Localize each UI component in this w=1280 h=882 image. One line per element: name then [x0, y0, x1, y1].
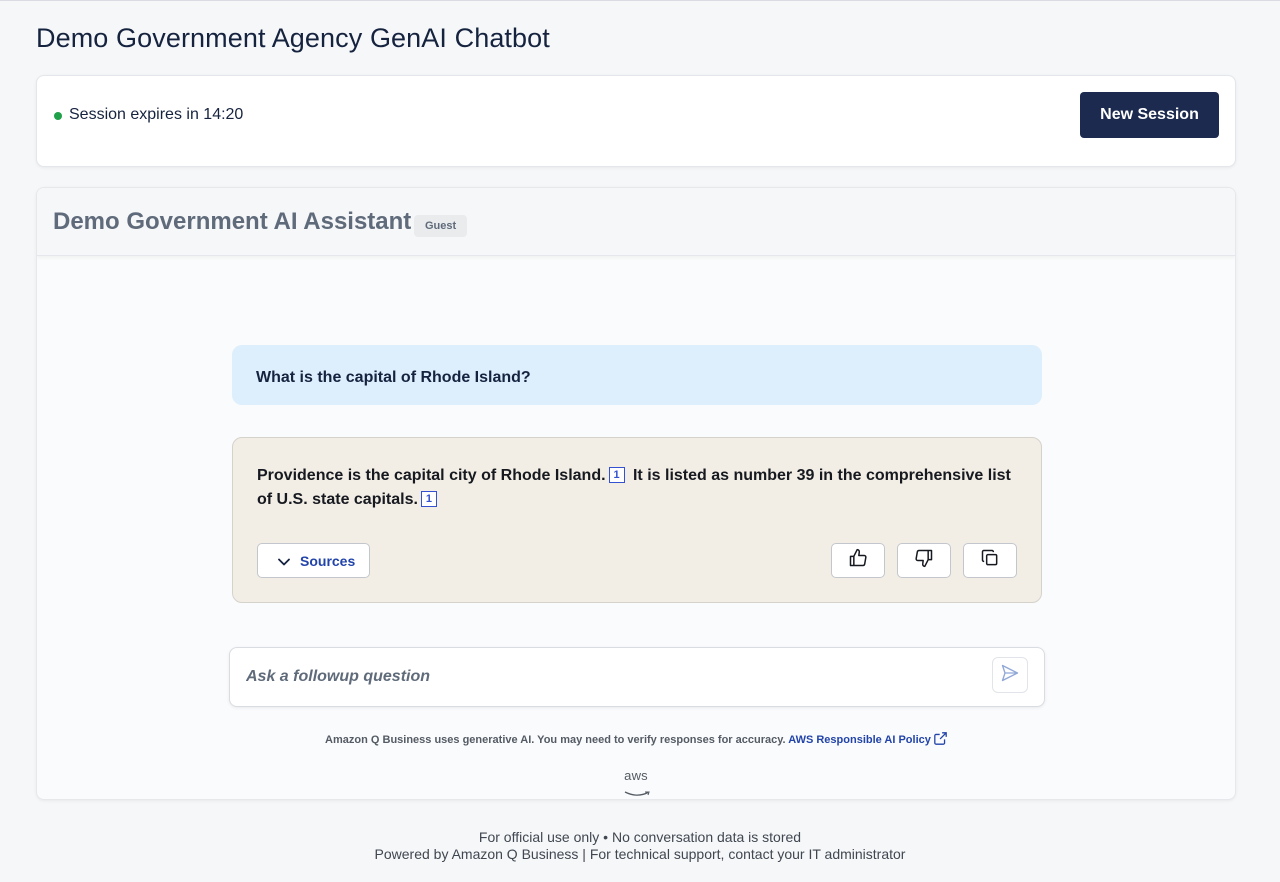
thumbs-up-icon: [848, 548, 868, 573]
session-bar: Session expires in 14:20 New Session: [36, 75, 1236, 167]
chevron-down-icon: [278, 553, 290, 569]
assistant-title: Demo Government AI Assistant: [53, 208, 412, 235]
answer-sentence: Providence is the capital city of Rhode …: [257, 467, 606, 484]
thumbs-up-button[interactable]: [831, 543, 885, 578]
footer-line-2: Powered by Amazon Q Business | For techn…: [374, 846, 906, 862]
aws-smile-icon: [624, 784, 650, 799]
disclaimer-text: Amazon Q Business uses generative AI. Yo…: [325, 734, 786, 746]
page-title: Demo Government Agency GenAI Chatbot: [36, 23, 550, 53]
assistant-message-text: Providence is the capital city of Rhode …: [257, 464, 1017, 512]
chat-header: Demo Government AI Assistant Guest: [37, 188, 1235, 256]
aws-logo: aws: [624, 768, 648, 783]
session-expiry-text: Session expires in 14:20: [69, 106, 244, 123]
session-status-dot: [54, 112, 62, 120]
followup-input-box: [229, 647, 1045, 707]
user-message: What is the capital of Rhode Island?: [232, 345, 1042, 405]
sources-toggle-button[interactable]: Sources: [257, 543, 370, 578]
chat-panel: Demo Government AI Assistant Guest What …: [36, 187, 1236, 800]
ai-disclaimer: Amazon Q Business uses generative AI. Yo…: [37, 732, 1235, 746]
send-icon: [1000, 663, 1020, 688]
external-link-icon: [934, 732, 947, 746]
followup-input[interactable]: [246, 662, 986, 692]
page-footer: For official use only • No conversation …: [0, 829, 1280, 863]
citation-marker[interactable]: 1: [608, 467, 625, 483]
assistant-message: Providence is the capital city of Rhode …: [232, 437, 1042, 603]
copy-icon: [980, 548, 1000, 573]
thumbs-down-icon: [914, 548, 934, 573]
new-session-button[interactable]: New Session: [1080, 92, 1219, 138]
role-badge: Guest: [414, 215, 468, 237]
copy-button[interactable]: [963, 543, 1017, 578]
responsible-ai-policy-link[interactable]: AWS Responsible AI Policy: [788, 732, 947, 746]
sources-label: Sources: [300, 552, 356, 569]
footer-line-1: For official use only • No conversation …: [478, 829, 802, 845]
thumbs-down-button[interactable]: [897, 543, 951, 578]
policy-link-label: AWS Responsible AI Policy: [788, 734, 931, 746]
send-button[interactable]: [992, 657, 1028, 693]
citation-marker[interactable]: 1: [420, 491, 437, 507]
